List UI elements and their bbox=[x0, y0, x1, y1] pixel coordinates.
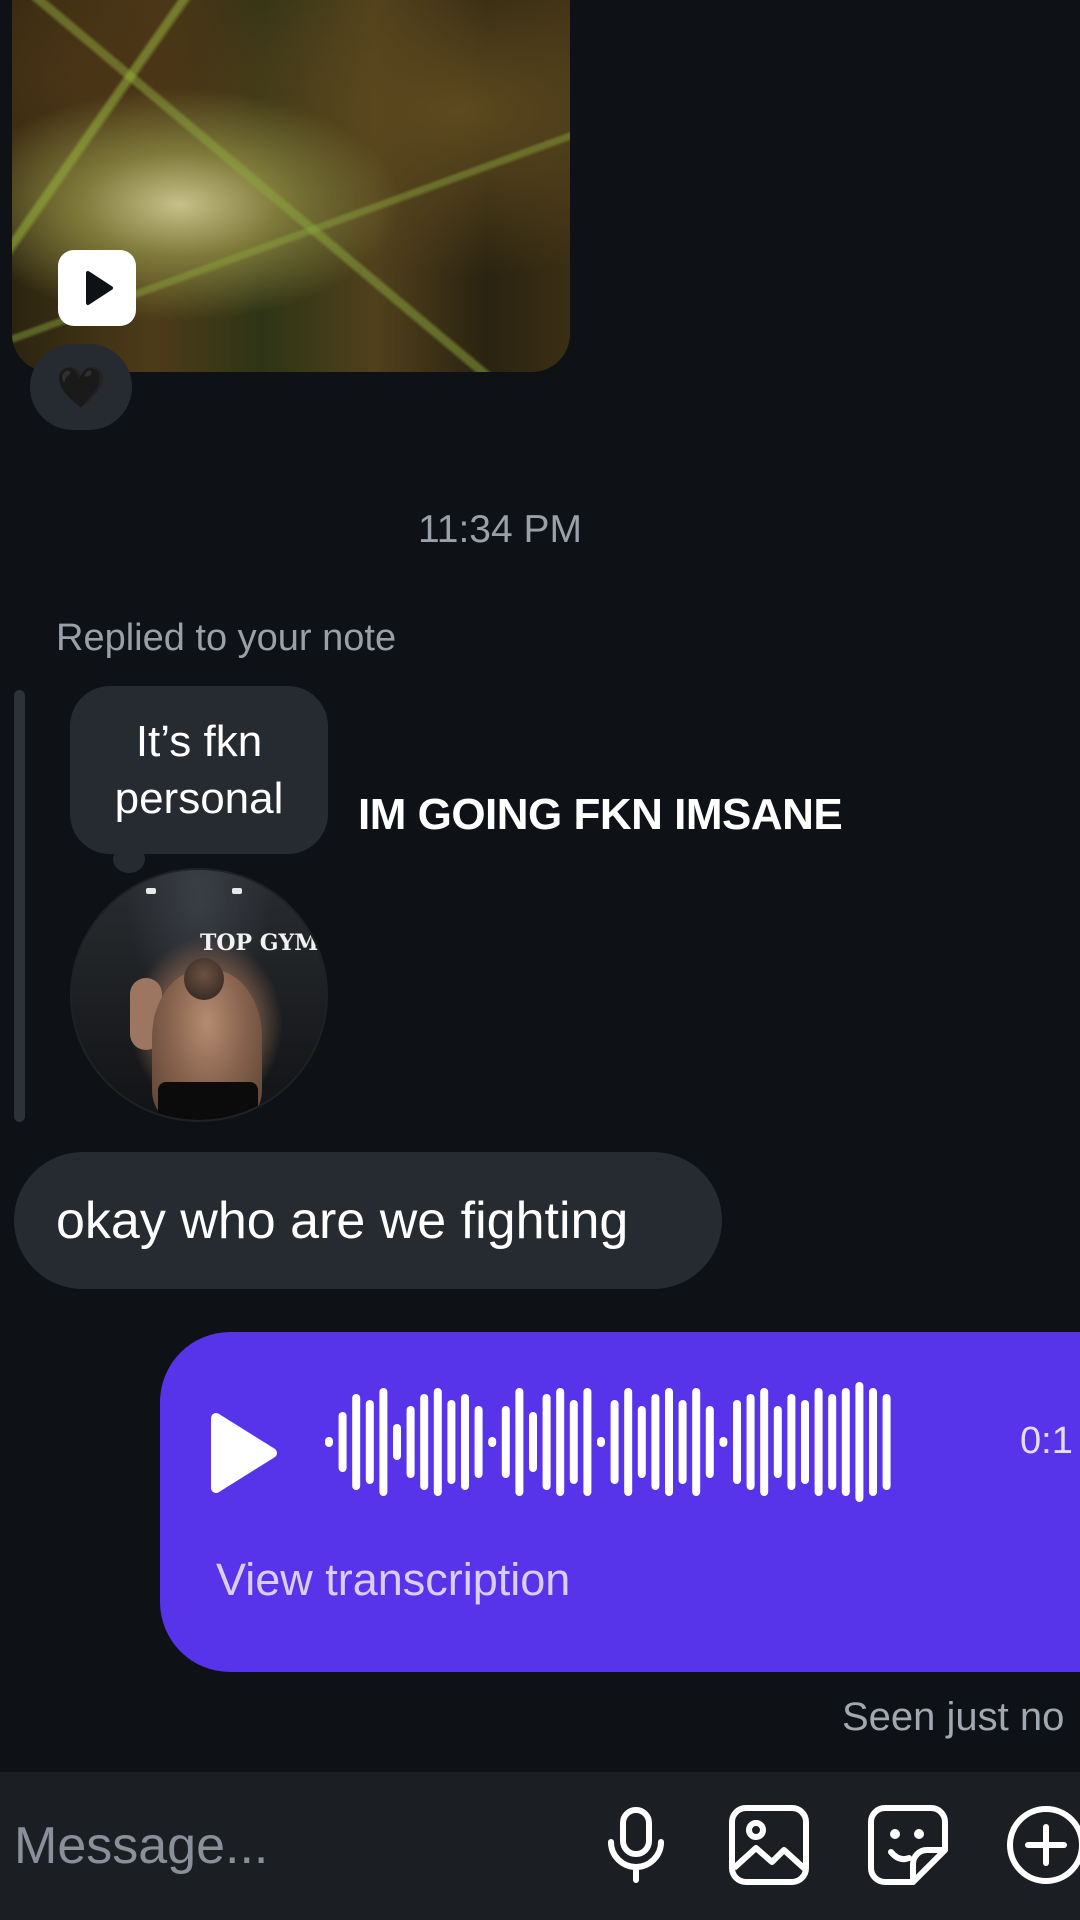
waveform-bar bbox=[461, 1394, 469, 1490]
play-icon[interactable] bbox=[58, 250, 136, 326]
waveform-bar bbox=[569, 1400, 578, 1484]
waveform-bar bbox=[597, 1437, 605, 1447]
waveform-bar bbox=[841, 1388, 850, 1496]
waveform-bar bbox=[828, 1394, 837, 1490]
ceiling-light bbox=[232, 888, 242, 894]
waveform-bar bbox=[869, 1388, 877, 1496]
add-icon[interactable] bbox=[1003, 1802, 1080, 1888]
figure-shorts bbox=[158, 1082, 258, 1120]
heart-reaction[interactable]: 🖤 bbox=[30, 344, 132, 430]
waveform-bar bbox=[746, 1394, 755, 1490]
sticker-icon[interactable] bbox=[865, 1802, 951, 1888]
gym-sign-text: TOP GYM bbox=[200, 930, 319, 956]
waveform-bar bbox=[325, 1437, 333, 1447]
waveform-bar bbox=[787, 1394, 796, 1490]
waveform-bar bbox=[447, 1400, 456, 1484]
waveform-bar bbox=[352, 1394, 361, 1490]
message-composer bbox=[0, 1772, 1080, 1920]
waveform-bar bbox=[651, 1394, 660, 1490]
waveform[interactable] bbox=[323, 1332, 963, 1572]
chat-screen: 🖤 11:34 PM Replied to your note It’s fkn… bbox=[0, 0, 1080, 1920]
black-heart-icon: 🖤 bbox=[56, 365, 106, 410]
figure-head bbox=[184, 958, 224, 1000]
waveform-bar bbox=[488, 1437, 497, 1447]
waveform-bar bbox=[365, 1400, 374, 1484]
waveform-bar bbox=[379, 1388, 388, 1496]
waveform-bar bbox=[773, 1406, 782, 1478]
caption-overlay: IM GOING FKN IMSANE bbox=[358, 790, 843, 839]
play-icon[interactable] bbox=[208, 1412, 278, 1494]
waveform-bar bbox=[637, 1406, 646, 1478]
message-input[interactable] bbox=[14, 1816, 574, 1876]
voice-message-bubble[interactable]: 0:1 View transcription bbox=[160, 1332, 1080, 1672]
reply-context-label: Replied to your note bbox=[56, 617, 397, 659]
waveform-bar bbox=[760, 1388, 769, 1496]
incoming-message-text: okay who are we fighting bbox=[56, 1191, 629, 1250]
note-bubble[interactable]: It’s fkn personal bbox=[70, 686, 328, 854]
waveform-bar bbox=[692, 1388, 701, 1496]
waveform-bar bbox=[393, 1424, 401, 1460]
waveform-bar bbox=[474, 1406, 483, 1478]
waveform-bar bbox=[678, 1400, 687, 1484]
seen-status: Seen just no bbox=[842, 1695, 1065, 1739]
view-transcription-link[interactable]: View transcription bbox=[216, 1554, 570, 1606]
waveform-bar bbox=[338, 1412, 347, 1472]
waveform-bar bbox=[515, 1388, 524, 1496]
waveform-bar bbox=[406, 1406, 415, 1478]
note-author-avatar[interactable]: TOP GYM bbox=[70, 868, 328, 1122]
waveform-bar bbox=[583, 1388, 592, 1496]
message-timestamp: 11:34 PM bbox=[417, 508, 583, 551]
waveform-bar bbox=[433, 1388, 442, 1496]
waveform-bar bbox=[855, 1382, 864, 1502]
microphone-icon[interactable] bbox=[593, 1802, 679, 1888]
waveform-bar bbox=[882, 1394, 891, 1490]
waveform-bar bbox=[665, 1388, 673, 1496]
waveform-bar bbox=[719, 1437, 728, 1447]
ceiling-light bbox=[146, 888, 156, 894]
waveform-bar bbox=[733, 1400, 741, 1484]
waveform-bar bbox=[420, 1394, 429, 1490]
waveform-bar bbox=[624, 1388, 633, 1496]
shared-video-thumbnail[interactable] bbox=[12, 0, 570, 372]
waveform-bar bbox=[529, 1412, 537, 1472]
waveform-bar bbox=[556, 1388, 565, 1496]
waveform-bar bbox=[542, 1394, 551, 1490]
waveform-bar bbox=[705, 1406, 714, 1478]
note-bubble-tail bbox=[113, 845, 145, 873]
reply-indicator-bar bbox=[14, 690, 25, 1122]
incoming-message-bubble[interactable]: okay who are we fighting bbox=[14, 1152, 722, 1289]
waveform-bar bbox=[814, 1388, 823, 1496]
waveform-bar bbox=[501, 1406, 510, 1478]
waveform-bar bbox=[610, 1400, 619, 1484]
note-text: It’s fkn personal bbox=[114, 717, 284, 823]
gallery-icon[interactable] bbox=[726, 1802, 812, 1888]
voice-duration: 0:1 bbox=[1020, 1420, 1073, 1462]
waveform-bar bbox=[801, 1400, 809, 1484]
